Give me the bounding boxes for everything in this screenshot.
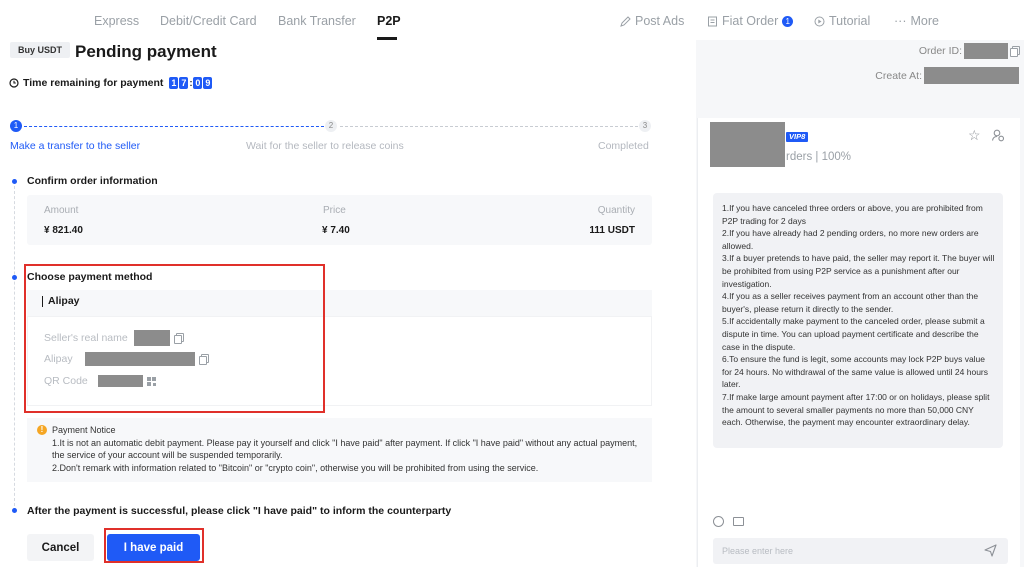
amount-label: Amount [44,205,79,216]
emoji-icon[interactable] [713,516,724,527]
trading-rules: 1.If you have canceled three orders or a… [713,193,1003,448]
tab-debit-credit-card[interactable]: Debit/Credit Card [160,14,257,28]
warning-icon: ! [37,425,47,435]
step-line-2 [340,126,638,127]
timer-label: Time remaining for payment [23,77,164,89]
rule-item: 6.To ensure the fund is legit, some acco… [722,354,989,390]
fiat-order-icon [708,16,717,26]
rule-item: 4.If you as a seller receives payment fr… [722,291,979,314]
fiat-order-label: Fiat Order [722,14,779,28]
order-id: Order ID: [918,43,1020,59]
more-dots-icon: ··· [894,14,907,28]
step-2-dot: 2 [325,120,337,132]
step-line-1 [24,126,324,127]
quantity-value: 111 USDT [589,225,635,236]
create-at-redacted [924,67,1019,84]
notice-line-1: 1.It is not an automatic debit payment. … [52,437,638,461]
rule-item: 2.If you have already had 2 pending orde… [722,228,979,251]
order-id-label: Order ID: [918,45,962,57]
step-2-label: Wait for the seller to release coins [246,140,404,152]
notice-line-2: 2.Don't remark with information related … [52,462,539,473]
tab-bank-transfer[interactable]: Bank Transfer [278,14,356,28]
step-3-dot: 3 [639,120,651,132]
step-1-label: Make a transfer to the seller [10,140,141,152]
vip-badge: VIP8 [786,132,809,142]
star-icon[interactable]: ☆ [968,128,981,142]
order-id-redacted [964,43,1008,59]
fiat-order-link[interactable]: Fiat Order 1 [707,14,794,28]
section-bullet [12,508,17,513]
rule-item: 5.If accidentally make payment to the ca… [722,316,985,352]
page-title: Pending payment [75,42,217,61]
top-nav: Express Debit/Credit Card Bank Transfer … [0,0,1024,40]
tutorial-label: Tutorial [829,14,871,28]
image-upload-icon[interactable] [733,517,744,526]
payment-notice: ! Payment Notice 1.It is not an automati… [27,418,652,482]
amount-value: ¥ 821.40 [44,225,83,236]
tutorial-link[interactable]: Tutorial [814,14,870,28]
timer-digit: 7 [179,77,189,89]
order-info-card: Amount ¥ 821.40 Price ¥ 7.40 Quantity 11… [27,195,652,245]
tab-express[interactable]: Express [94,14,139,28]
paid-button-highlight [104,528,204,563]
seller-orders-stats: rders | 100% [786,151,851,163]
section-bullet [12,179,17,184]
fiat-order-count-badge: 1 [782,15,794,27]
post-ads-link[interactable]: Post Ads [620,14,684,28]
step-1-dot: 1 [10,120,22,132]
cancel-button[interactable]: Cancel [27,534,94,561]
tab-p2p[interactable]: P2P [377,14,401,28]
rule-item: 1.If you have canceled three orders or a… [722,203,983,226]
price-value: ¥ 7.40 [322,225,350,236]
order-info-title: Confirm order information [27,175,158,187]
quantity-label: Quantity [597,205,635,216]
send-icon[interactable] [984,544,997,557]
step-3-label: Completed [598,140,649,152]
more-label: More [910,14,939,28]
clock-icon [9,78,19,88]
post-ads-icon [620,15,631,27]
timer-digit: 1 [169,77,179,89]
post-ads-label: Post Ads [635,14,685,28]
rule-item: 3.If a buyer pretends to have paid, the … [722,253,995,289]
payment-method-highlight [24,264,325,413]
timer-digit: 0 [193,77,203,89]
section-bullet [12,275,17,280]
create-at-label: Create At: [875,69,922,82]
payment-timer: Time remaining for payment 1 7 : 0 9 [9,77,213,89]
notice-title: Payment Notice [52,425,116,435]
timer-separator: : [189,78,193,88]
timer-digits: 1 7 : 0 9 [169,77,213,89]
timeline-line [14,181,15,511]
rule-item: 7.If make large amount payment after 17:… [722,391,990,428]
create-at: Create At: [875,67,1019,84]
copy-icon[interactable] [1010,46,1020,57]
timer-digit: 9 [203,77,213,89]
chat-message-input[interactable] [713,538,1008,564]
follow-user-icon[interactable] [991,128,1005,142]
play-circle-icon [814,16,825,26]
more-menu[interactable]: ··· More [894,14,939,28]
buy-usdt-tag: Buy USDT [10,42,71,58]
price-label: Price [323,205,346,216]
seller-avatar-redacted [710,122,785,167]
after-payment-title: After the payment is successful, please … [27,505,452,517]
